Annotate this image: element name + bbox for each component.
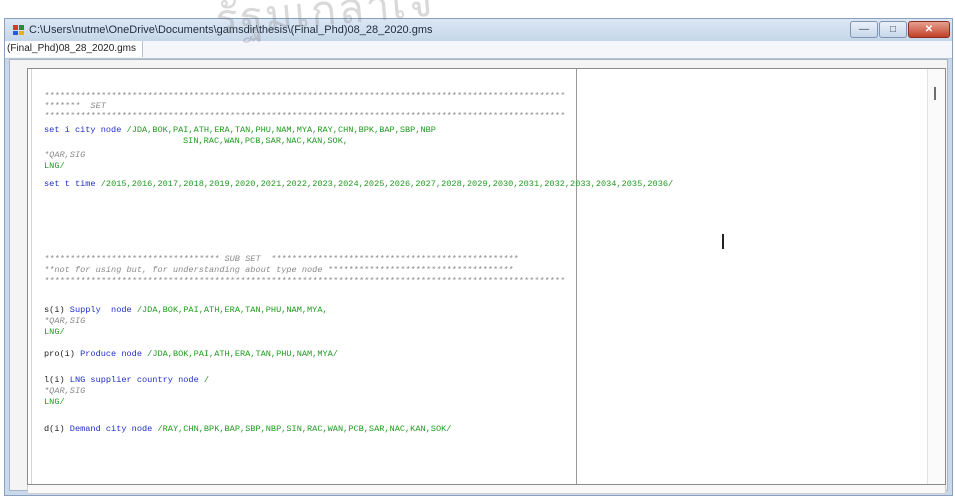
set-name: d(i)	[44, 424, 65, 434]
elements: /	[203, 375, 210, 385]
elements: /JDA,BOK,PAI,ATH,ERA,TAN,PHU,NAM,MYA/	[147, 349, 338, 359]
identifier: t time	[59, 179, 101, 189]
code-editor[interactable]: ****************************************…	[27, 68, 946, 485]
code-line: *QAR,SIG	[44, 150, 86, 160]
code-line: SIN,RAC,WAN,PCB,SAR,NAC,KAN,SOK,	[183, 136, 349, 146]
elements: /2015,2016,2017,2018,2019,2020,2021,2022…	[100, 179, 674, 189]
maximize-button[interactable]: □	[879, 21, 907, 38]
code-line: *QAR,SIG	[44, 386, 86, 396]
code-line: LNG/	[44, 327, 65, 337]
vertical-scrollbar[interactable]	[927, 69, 945, 484]
code-line: LNG/	[44, 161, 65, 171]
code-line: l(i) LNG supplier country node /	[44, 375, 209, 385]
set-name: s(i)	[44, 305, 65, 315]
code-line: ****************************************…	[44, 111, 565, 121]
code-line: pro(i) Produce node /JDA,BOK,PAI,ATH,ERA…	[44, 349, 338, 359]
keyword: set	[44, 179, 60, 189]
set-name: pro(i)	[44, 349, 75, 359]
code-line: set i city node /JDA,BOK,PAI,ATH,ERA,TAN…	[44, 125, 436, 135]
code-line: LNG/	[44, 397, 65, 407]
identifier: Produce node	[74, 349, 148, 359]
gams-app-icon	[13, 25, 24, 35]
scroll-thumb[interactable]	[934, 87, 936, 100]
elements: /JDA,BOK,PAI,ATH,ERA,TAN,PHU,NAM,MYA,	[136, 305, 328, 315]
identifier: Supply node	[64, 305, 137, 315]
editor-area: ****************************************…	[9, 59, 948, 494]
code-line: d(i) Demand city node /RAY,CHN,BPK,BAP,S…	[44, 424, 451, 434]
editor-window: C:\Users\nutme\OneDrive\Documents\gamsdi…	[4, 18, 953, 496]
elements: /RAY,CHN,BPK,BAP,SBP,NBP,SIN,RAC,WAN,PCB…	[157, 424, 452, 434]
close-button[interactable]: ✕	[908, 21, 950, 38]
title-bar[interactable]: C:\Users\nutme\OneDrive\Documents\gamsdi…	[5, 19, 952, 41]
identifier: LNG supplier country node	[64, 375, 204, 385]
right-margin-line	[576, 69, 577, 484]
code-line: **not for using but, for understanding a…	[44, 265, 514, 275]
code-line: ******* SET	[44, 101, 106, 111]
identifier: Demand city node	[64, 424, 158, 434]
keyword: set	[44, 125, 60, 135]
gutter-divider	[31, 69, 32, 484]
horizontal-scrollbar[interactable]	[27, 485, 946, 494]
code-line: s(i) Supply node /JDA,BOK,PAI,ATH,ERA,TA…	[44, 305, 328, 315]
set-name: l(i)	[44, 375, 65, 385]
code-line: ****************************************…	[44, 276, 565, 286]
identifier: i city node	[59, 125, 127, 135]
text-cursor-icon	[722, 234, 724, 249]
code-line: ********************************** SUB S…	[44, 254, 519, 264]
tab-bar: (Final_Phd)08_28_2020.gms	[5, 41, 952, 59]
code-line: ****************************************…	[44, 91, 565, 101]
window-controls: — □ ✕	[850, 21, 950, 38]
window-title: C:\Users\nutme\OneDrive\Documents\gamsdi…	[29, 24, 433, 36]
minimize-button[interactable]: —	[850, 21, 878, 38]
code-line: *QAR,SIG	[44, 316, 86, 326]
code-line: set t time /2015,2016,2017,2018,2019,202…	[44, 179, 673, 189]
elements: /JDA,BOK,PAI,ATH,ERA,TAN,PHU,NAM,MYA,RAY…	[126, 125, 436, 135]
tab-file[interactable]: (Final_Phd)08_28_2020.gms	[5, 41, 143, 57]
